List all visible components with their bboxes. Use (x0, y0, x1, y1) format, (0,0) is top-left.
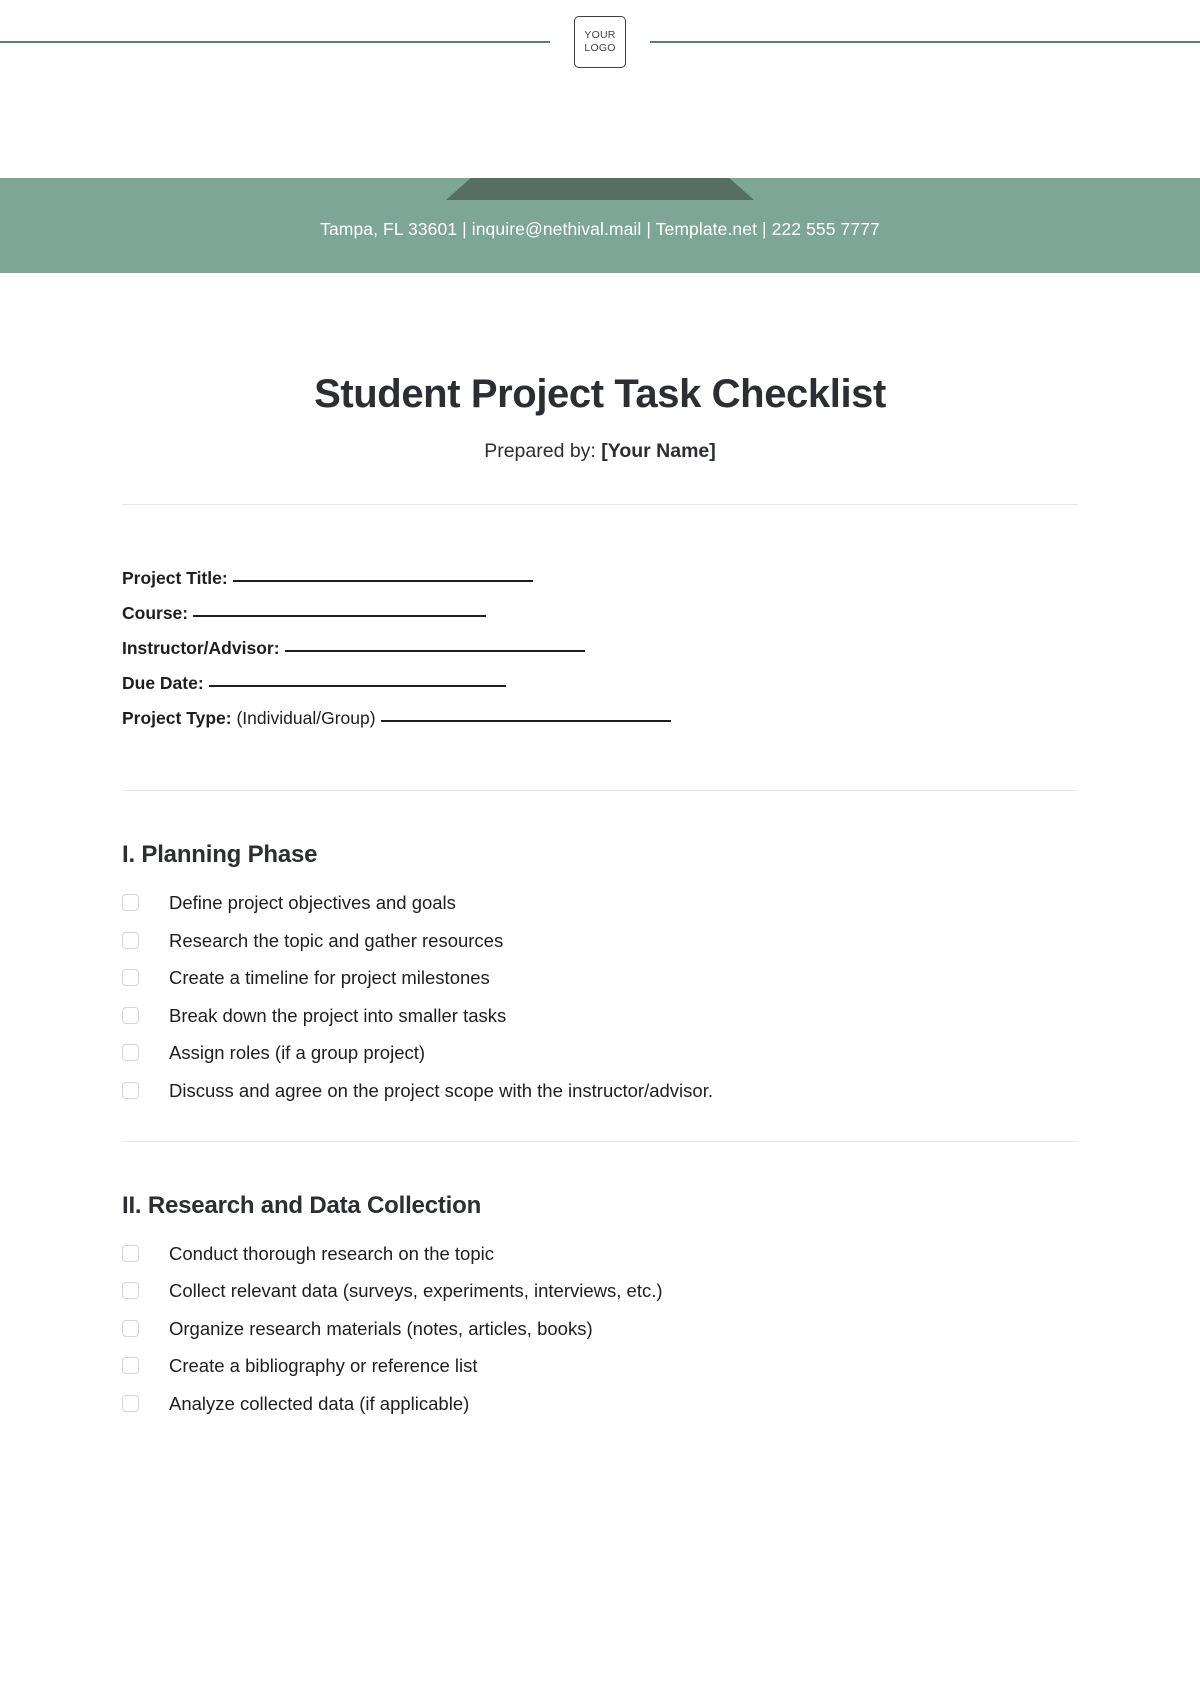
list-item[interactable]: Assign roles (if a group project) (122, 1041, 1078, 1064)
field-input-project-type[interactable] (380, 720, 671, 722)
field-label-course: Course: (122, 603, 189, 623)
list-item[interactable]: Analyze collected data (if applicable) (122, 1392, 1078, 1415)
checkbox-icon[interactable] (122, 894, 139, 911)
section-heading-planning-phase: I. Planning Phase (122, 841, 318, 868)
list-item-label: Assign roles (if a group project) (169, 1042, 426, 1063)
logo-text-line-1: YOUR (584, 29, 616, 41)
list-item[interactable]: Define project objectives and goals (122, 891, 1078, 914)
field-input-due-date[interactable] (208, 685, 506, 687)
checkbox-icon[interactable] (122, 1081, 139, 1099)
list-item[interactable]: Conduct thorough research on the topic (122, 1242, 1078, 1265)
section-research-data-collection: II. Research and Data Collection Conduct… (122, 1192, 1078, 1415)
checkbox-icon[interactable] (122, 1357, 139, 1374)
header-rule-left (0, 41, 550, 43)
banner-tab-shape (446, 178, 754, 200)
list-item-label: Create a timeline for project milestones (169, 967, 490, 988)
header-rule-right (650, 41, 1200, 43)
checkbox-icon[interactable] (122, 1006, 139, 1024)
checkbox-icon[interactable] (122, 1282, 139, 1299)
list-item-label: Conduct thorough research on the topic (169, 1242, 494, 1264)
list-item[interactable]: Create a timeline for project milestones (122, 966, 1078, 989)
field-instructor-advisor: Instructor/Advisor: (122, 631, 1078, 666)
list-item-label: Break down the project into smaller task… (169, 1004, 507, 1026)
field-project-title: Project Title: (122, 561, 1078, 596)
checkbox-icon[interactable] (122, 1044, 139, 1061)
field-due-date: Due Date: (122, 666, 1078, 701)
field-label-project-type: Project Type: (122, 708, 232, 728)
document-body: Student Project Task Checklist Prepared … (0, 372, 1200, 1415)
page-title: Student Project Task Checklist (314, 372, 886, 416)
logo-text-line-2: LOGO (584, 42, 616, 54)
list-item[interactable]: Organize research materials (notes, arti… (122, 1317, 1078, 1340)
checkbox-icon[interactable] (122, 969, 139, 986)
project-info-fields: Project Title: Course: Instructor/Adviso… (122, 561, 1078, 736)
list-item[interactable]: Create a bibliography or reference list (122, 1354, 1078, 1377)
list-item[interactable]: Research the topic and gather resources (122, 929, 1078, 952)
list-item-label: Define project objectives and goals (169, 892, 456, 913)
list-item[interactable]: Discuss and agree on the project scope w… (122, 1079, 1078, 1102)
field-input-project-title[interactable] (232, 580, 533, 582)
checkbox-icon[interactable] (122, 1319, 139, 1337)
field-label-instructor-advisor: Instructor/Advisor: (122, 638, 280, 658)
list-item-label: Collect relevant data (surveys, experime… (169, 1280, 663, 1301)
field-input-instructor-advisor[interactable] (284, 650, 585, 652)
document-header: YOUR LOGO (0, 0, 1200, 84)
field-input-course[interactable] (193, 615, 487, 617)
checklist-research-data-collection: Conduct thorough research on the topic C… (122, 1242, 1078, 1415)
field-label-project-title: Project Title: (122, 568, 228, 588)
prepared-by-label: Prepared by: (484, 440, 596, 462)
checkbox-icon[interactable] (122, 1394, 139, 1412)
list-item-label: Analyze collected data (if applicable) (169, 1392, 470, 1414)
section-planning-phase: I. Planning Phase Define project objecti… (122, 841, 1078, 1102)
checklist-planning-phase: Define project objectives and goals Rese… (122, 891, 1078, 1102)
field-note-project-type: (Individual/Group) (236, 708, 376, 728)
field-course: Course: (122, 596, 1078, 631)
list-item[interactable]: Break down the project into smaller task… (122, 1004, 1078, 1027)
logo-placeholder: YOUR LOGO (574, 16, 626, 68)
prepared-by-value: [Your Name] (601, 440, 716, 462)
field-label-due-date: Due Date: (122, 673, 204, 693)
divider-below-header (122, 504, 1078, 505)
prepared-by-line: Prepared by: [Your Name] (122, 440, 1078, 463)
list-item-label: Organize research materials (notes, arti… (169, 1317, 593, 1339)
contact-info-text: Tampa, FL 33601 | inquire@nethival.mail … (320, 219, 880, 239)
section-heading-research-data-collection: II. Research and Data Collection (122, 1191, 482, 1219)
list-item-label: Create a bibliography or reference list (169, 1355, 478, 1376)
list-item[interactable]: Collect relevant data (surveys, experime… (122, 1279, 1078, 1302)
divider-below-fields (122, 790, 1078, 791)
checkbox-icon[interactable] (122, 931, 139, 949)
checkbox-icon[interactable] (122, 1244, 139, 1262)
list-item-label: Discuss and agree on the project scope w… (169, 1079, 713, 1101)
contact-banner: Tampa, FL 33601 | inquire@nethival.mail … (0, 178, 1200, 273)
list-item-label: Research the topic and gather resources (169, 929, 504, 951)
field-project-type: Project Type: (Individual/Group) (122, 701, 1078, 736)
divider-below-planning-phase (122, 1140, 1078, 1142)
